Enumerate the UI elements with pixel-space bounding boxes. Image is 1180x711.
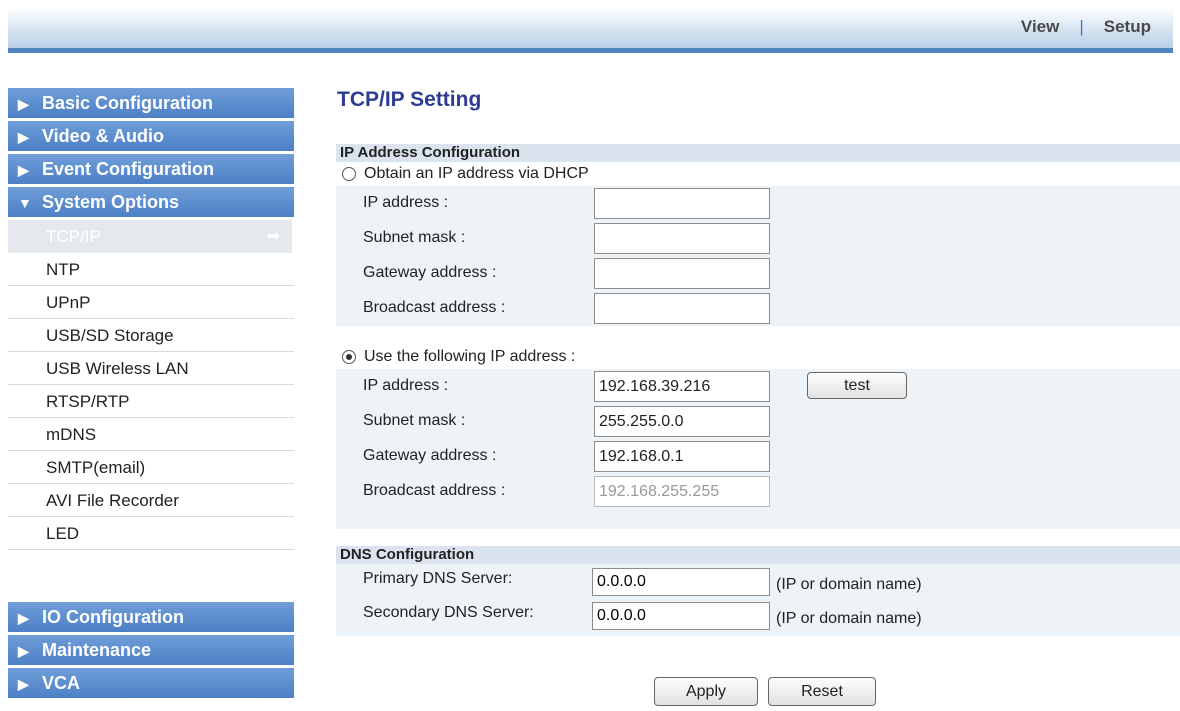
expand-arrow-icon: ▶ (18, 162, 29, 178)
dhcp-broadcast-label: Broadcast address : (363, 299, 506, 316)
menu-video-audio[interactable]: ▶ Video & Audio (8, 121, 294, 151)
menu-maintenance[interactable]: ▶ Maintenance (8, 635, 294, 665)
expand-arrow-icon: ▶ (18, 96, 29, 112)
test-button[interactable]: test (807, 372, 907, 399)
view-link[interactable]: View (1021, 17, 1059, 37)
sidebar-item-rtsp-rtp[interactable]: RTSP/RTP (8, 385, 294, 418)
primary-dns-label: Primary DNS Server: (363, 570, 513, 587)
dhcp-subnet-row: Subnet mask : (336, 221, 1180, 256)
expand-arrow-icon: ▶ (18, 643, 29, 659)
dhcp-ip-row: IP address : (336, 186, 1180, 221)
menu-label: Maintenance (42, 640, 152, 660)
collapse-arrow-icon: ▼ (18, 195, 32, 211)
sidebar-item-ntp[interactable]: NTP (8, 253, 294, 286)
reset-button[interactable]: Reset (768, 677, 876, 706)
menu-label: Basic Configuration (42, 93, 214, 113)
nav-separator: | (1079, 17, 1084, 36)
primary-dns-row: Primary DNS Server: (IP or domain name) (336, 564, 1180, 598)
secondary-dns-row: Secondary DNS Server: (IP or domain name… (336, 598, 1180, 632)
sidebar: ▶ Basic Configuration ▶ Video & Audio ▶ Eve… (8, 88, 294, 701)
dhcp-gateway-field[interactable] (594, 258, 770, 289)
top-nav: View | Setup (1021, 17, 1151, 37)
menu-label: System Options (42, 192, 180, 212)
menu-vca[interactable]: ▶ VCA (8, 668, 294, 698)
sidebar-item-mdns[interactable]: mDNS (8, 418, 294, 451)
menu-label: Video & Audio (42, 126, 165, 146)
menu-io-configuration[interactable]: ▶ IO Configuration (8, 602, 294, 632)
setup-link[interactable]: Setup (1104, 17, 1151, 37)
expand-arrow-icon: ▶ (18, 129, 29, 145)
static-ip-radio[interactable] (342, 350, 356, 364)
ip-config-heading: IP Address Configuration (336, 144, 1180, 162)
secondary-dns-hint: (IP or domain name) (776, 610, 922, 627)
sidebar-item-led[interactable]: LED (8, 517, 294, 550)
dhcp-gateway-row: Gateway address : (336, 256, 1180, 291)
dhcp-radio[interactable] (342, 167, 356, 181)
secondary-dns-label: Secondary DNS Server: (363, 604, 534, 621)
sidebar-item-label: TCP/IP (46, 227, 101, 246)
static-broadcast-field (594, 476, 770, 507)
static-ip-option: Use the following IP address : (336, 345, 1180, 369)
dhcp-ip-label: IP address : (363, 194, 449, 211)
static-ip-address-field[interactable] (594, 371, 770, 402)
apply-button[interactable]: Apply (654, 677, 758, 706)
dhcp-option: Obtain an IP address via DHCP (336, 162, 1180, 186)
static-gateway-row: Gateway address : (336, 439, 1180, 474)
section-gap (336, 326, 1180, 345)
dhcp-subnet-label: Subnet mask : (363, 229, 466, 246)
secondary-dns-field[interactable] (592, 602, 770, 630)
static-ip-address-label: IP address : (363, 377, 449, 394)
primary-dns-field[interactable] (592, 568, 770, 596)
menu-label: VCA (42, 673, 81, 693)
sidebar-item-upnp[interactable]: UPnP (8, 286, 294, 319)
dhcp-subnet-field[interactable] (594, 223, 770, 254)
static-subnet-label: Subnet mask : (363, 412, 466, 429)
dns-config-section: DNS Configuration Primary DNS Server: (I… (336, 546, 1180, 636)
dhcp-ip-field[interactable] (594, 188, 770, 219)
dhcp-broadcast-field[interactable] (594, 293, 770, 324)
ip-config-section: IP Address Configuration Obtain an IP ad… (336, 144, 1180, 529)
menu-system-options[interactable]: ▼ System Options (8, 187, 294, 217)
arrow-right-icon: ➡ (266, 228, 280, 245)
sidebar-item-usb-wireless-lan[interactable]: USB Wireless LAN (8, 352, 294, 385)
menu-label: Event Configuration (42, 159, 214, 179)
dhcp-broadcast-row: Broadcast address : (336, 291, 1180, 326)
expand-arrow-icon: ▶ (18, 676, 29, 692)
static-subnet-field[interactable] (594, 406, 770, 437)
expand-arrow-icon: ▶ (18, 610, 29, 626)
static-gateway-label: Gateway address : (363, 447, 497, 464)
top-banner: View | Setup (8, 10, 1173, 53)
static-gateway-field[interactable] (594, 441, 770, 472)
dns-config-heading: DNS Configuration (336, 546, 1180, 564)
page-title: TCP/IP Setting (337, 88, 482, 111)
static-ip-row: IP address : test (336, 369, 1180, 404)
sidebar-item-tcpip[interactable]: TCP/IP ➡ (8, 220, 292, 253)
static-ip-label: Use the following IP address : (364, 348, 576, 365)
menu-label: IO Configuration (42, 607, 184, 627)
sidebar-item-smtp[interactable]: SMTP(email) (8, 451, 294, 484)
static-subnet-row: Subnet mask : (336, 404, 1180, 439)
dhcp-label: Obtain an IP address via DHCP (364, 165, 589, 182)
sidebar-item-usb-sd-storage[interactable]: USB/SD Storage (8, 319, 294, 352)
sidebar-item-avi-file-recorder[interactable]: AVI File Recorder (8, 484, 294, 517)
menu-basic-configuration[interactable]: ▶ Basic Configuration (8, 88, 294, 118)
dhcp-gateway-label: Gateway address : (363, 264, 497, 281)
static-broadcast-row: Broadcast address : (336, 474, 1180, 509)
primary-dns-hint: (IP or domain name) (776, 576, 922, 593)
menu-event-configuration[interactable]: ▶ Event Configuration (8, 154, 294, 184)
static-broadcast-label: Broadcast address : (363, 482, 506, 499)
